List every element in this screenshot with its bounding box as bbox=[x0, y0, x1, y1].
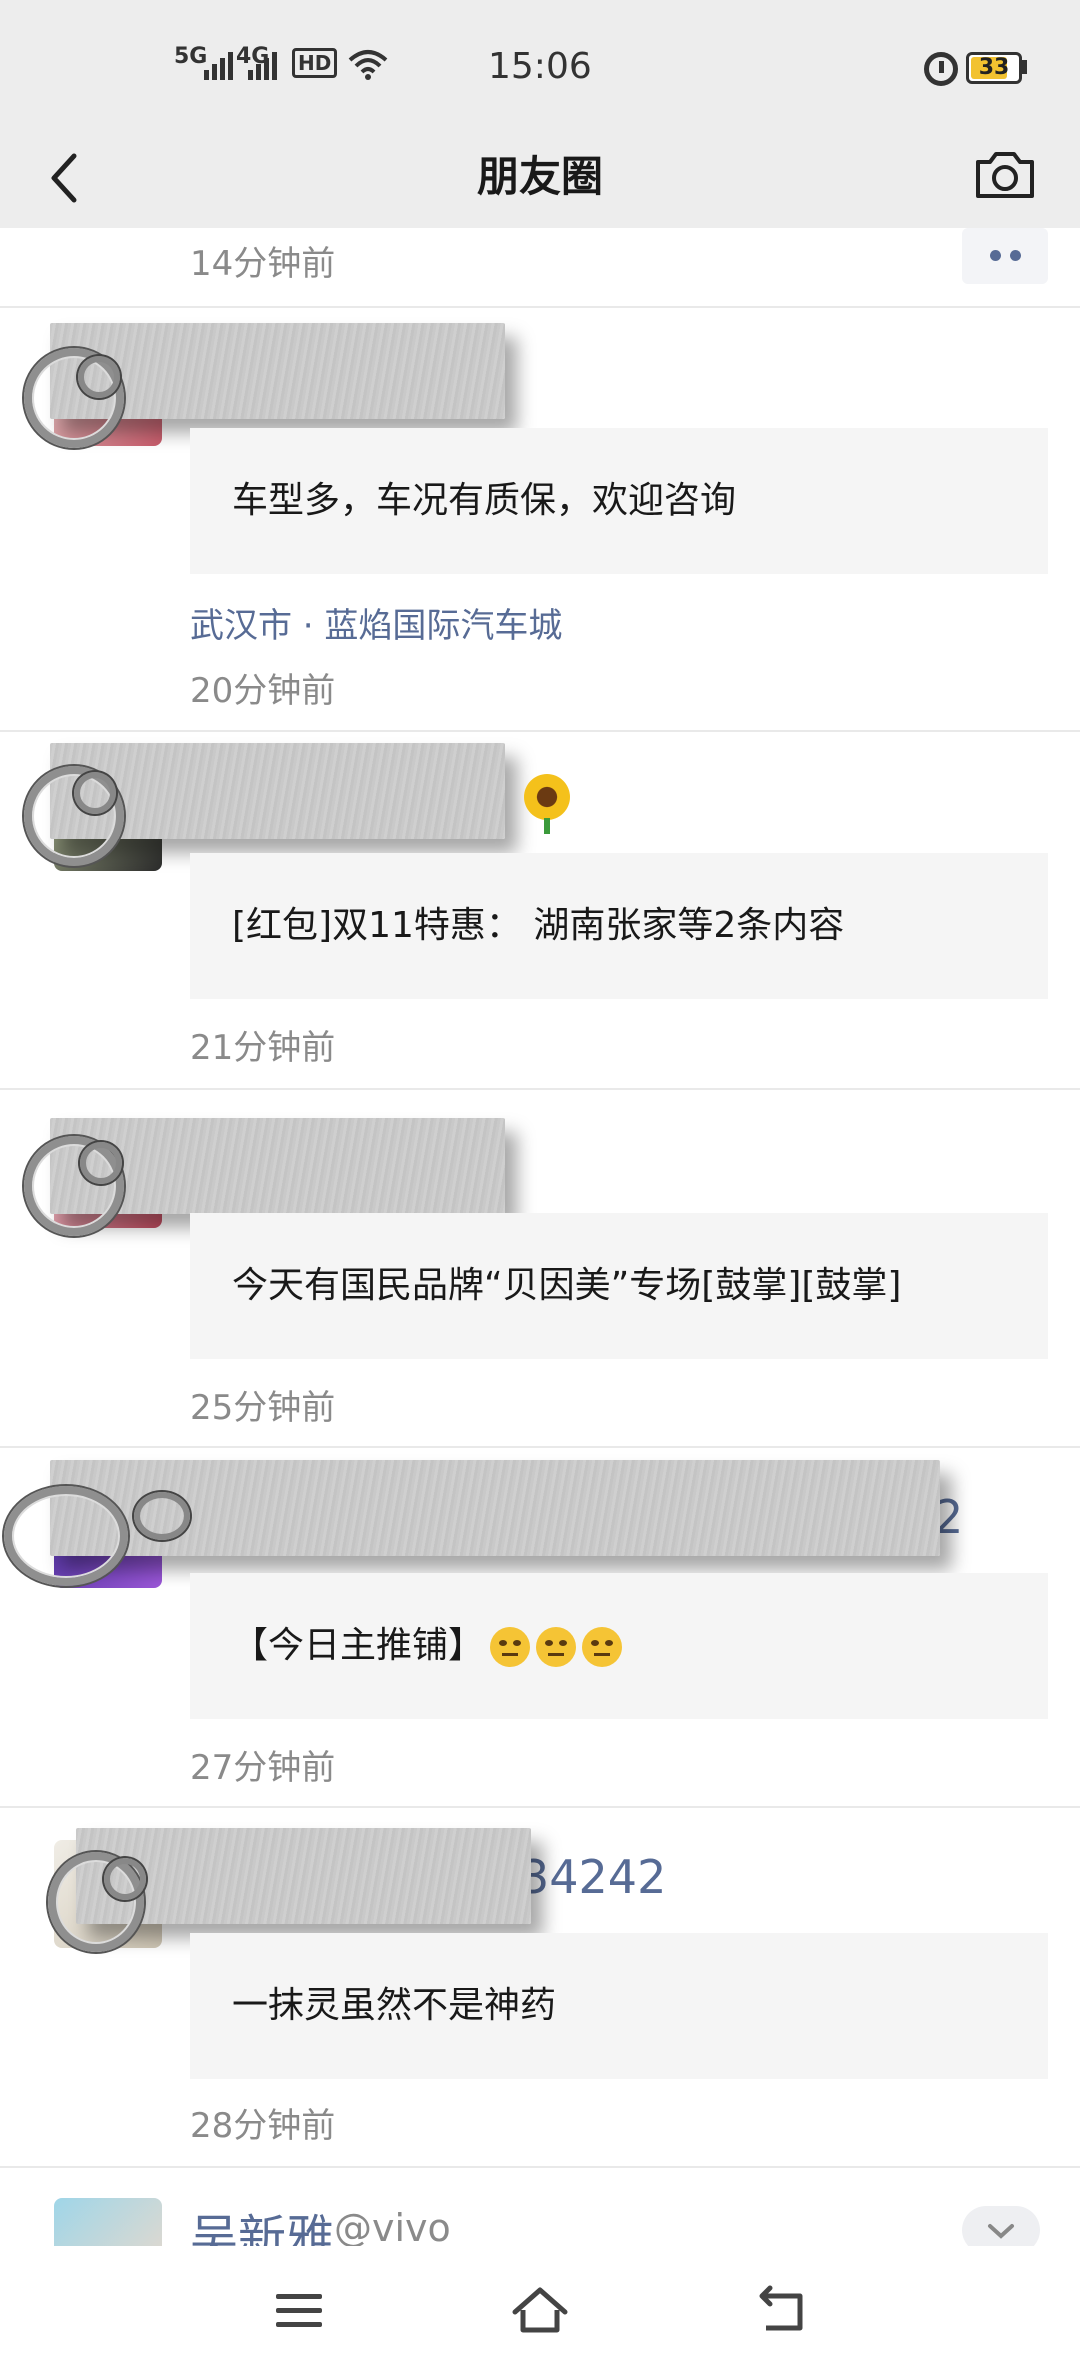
post-time: 14分钟前 bbox=[190, 244, 336, 284]
signal-icon-2 bbox=[248, 52, 277, 80]
camera-icon[interactable] bbox=[972, 142, 1038, 208]
author-name[interactable]: 34242 bbox=[520, 1850, 666, 1904]
post-time: 21分钟前 bbox=[190, 1028, 336, 1068]
raised-eyebrow-emoji-icon bbox=[490, 1627, 531, 1667]
shared-link-card[interactable]: 一抹灵虽然不是神药 bbox=[190, 1933, 1048, 2079]
shared-link-card[interactable]: 【今日主推铺】 bbox=[190, 1573, 1048, 1719]
keyring-eyelet-icon bbox=[80, 1142, 122, 1184]
divider bbox=[0, 1088, 1080, 1090]
home-icon[interactable] bbox=[505, 2276, 575, 2346]
back-icon[interactable] bbox=[748, 2276, 818, 2346]
wifi-icon bbox=[348, 50, 388, 80]
divider bbox=[0, 2166, 1080, 2168]
author-name[interactable]: 吴新雅 bbox=[190, 2198, 334, 2246]
status-time: 15:06 bbox=[488, 46, 592, 87]
shared-link-card[interactable]: 今天有国民品牌“贝因美”专场[鼓掌][鼓掌] bbox=[190, 1213, 1048, 1359]
keyring-eyelet-icon bbox=[74, 772, 116, 814]
post-time: 20分钟前 bbox=[190, 671, 336, 711]
menu-icon[interactable] bbox=[264, 2276, 334, 2346]
status-bar: 5G 4G HD 15:06 33 bbox=[0, 0, 1080, 130]
page-title: 朋友圈 bbox=[476, 152, 603, 201]
author-handle: @vivo bbox=[334, 2206, 451, 2246]
more-options-button[interactable] bbox=[962, 228, 1048, 284]
divider bbox=[0, 306, 1080, 308]
expand-button[interactable] bbox=[962, 2206, 1040, 2246]
divider bbox=[0, 730, 1080, 732]
post-item: 吴新雅 @vivo bbox=[0, 2198, 1080, 2246]
post-location[interactable]: 武汉市 · 蓝焰国际汽车城 bbox=[190, 598, 562, 647]
alarm-icon bbox=[924, 52, 958, 86]
navigation-bar: 朋友圈 bbox=[0, 130, 1080, 228]
battery-indicator: 33 bbox=[966, 52, 1022, 84]
shared-link-text: 一抹灵虽然不是神药 bbox=[232, 1985, 557, 2026]
shared-link-text: 今天有国民品牌“贝因美”专场[鼓掌][鼓掌] bbox=[232, 1265, 902, 1306]
keyring-eyelet-icon bbox=[134, 1492, 190, 1540]
moments-feed[interactable]: 14分钟前 车型多，车况有质保，欢迎咨询 武汉市 · 蓝焰国际汽车城 20分钟前… bbox=[0, 228, 1080, 2246]
post-time: 25分钟前 bbox=[190, 1388, 336, 1428]
signal-icon bbox=[204, 52, 233, 80]
shared-link-text: 车型多，车况有质保，欢迎咨询 bbox=[232, 480, 737, 521]
shared-link-text: 【今日主推铺】 bbox=[232, 1573, 623, 1719]
raised-eyebrow-emoji-icon bbox=[536, 1627, 577, 1667]
system-navigation-bar bbox=[0, 2246, 1080, 2376]
network-5g-indicator: 5G bbox=[174, 44, 208, 69]
raised-eyebrow-emoji-icon bbox=[582, 1627, 623, 1667]
keyring-icon bbox=[4, 1486, 128, 1586]
shared-link-card[interactable]: 车型多，车况有质保，欢迎咨询 bbox=[190, 428, 1048, 574]
divider bbox=[0, 1446, 1080, 1448]
post-time: 28分钟前 bbox=[190, 2106, 336, 2146]
battery-tip bbox=[1022, 60, 1027, 74]
divider bbox=[0, 1806, 1080, 1808]
chevron-left-icon[interactable] bbox=[36, 142, 96, 212]
hd-indicator: HD bbox=[292, 48, 338, 78]
keyring-eyelet-icon bbox=[104, 1858, 146, 1900]
sunflower-stem bbox=[544, 818, 550, 834]
post-time: 27分钟前 bbox=[190, 1748, 336, 1788]
shared-link-card[interactable]: [红包]双11特惠： 湖南张家等2条内容 bbox=[190, 853, 1048, 999]
avatar[interactable] bbox=[54, 2198, 162, 2246]
chevron-down-icon bbox=[988, 2224, 1014, 2239]
shared-link-text: [红包]双11特惠： 湖南张家等2条内容 bbox=[232, 905, 845, 946]
keyring-eyelet-icon bbox=[78, 356, 120, 398]
sunflower-emoji-icon bbox=[524, 774, 570, 820]
